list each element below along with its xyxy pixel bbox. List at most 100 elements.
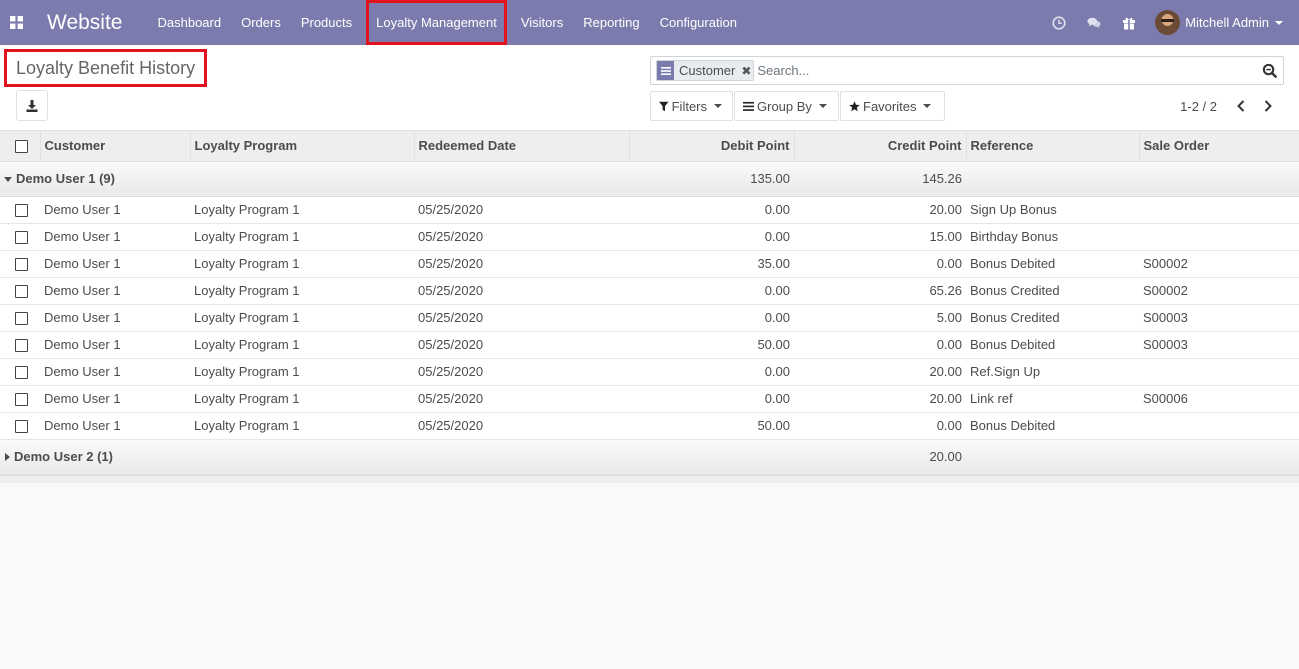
cell-credit-point: 65.26	[794, 277, 966, 305]
row-checkbox[interactable]	[15, 393, 28, 407]
cell-reference: Link ref	[966, 385, 1139, 413]
group-credit-total: 145.26	[794, 161, 966, 197]
cell-sale-order: S00006	[1139, 385, 1299, 413]
column-header-credit-point[interactable]: Credit Point	[794, 131, 967, 162]
cell-credit-point: 0.00	[794, 412, 966, 440]
apps-menu-icon[interactable]	[0, 0, 32, 45]
column-header-customer[interactable]: Customer	[40, 131, 191, 162]
cell-sale-order: S00002	[1139, 250, 1299, 278]
facet-remove-icon[interactable]: ✖	[739, 61, 753, 80]
cell-reference: Bonus Debited	[966, 331, 1139, 359]
cell-loyalty-program: Loyalty Program 1	[190, 385, 414, 413]
messaging-chat-icon[interactable]	[1076, 0, 1111, 45]
cell-debit-point: 0.00	[629, 385, 794, 413]
select-all-cell	[0, 131, 41, 162]
cell-sale-order: S00003	[1139, 331, 1299, 359]
table-row[interactable]: Demo User 1 Loyalty Program 1 05/25/2020 0.…	[0, 277, 1299, 305]
column-header-loyalty-program[interactable]: Loyalty Program	[190, 131, 415, 162]
pager-value[interactable]: 1-2 / 2	[1180, 99, 1217, 114]
group-by-dropdown[interactable]: Group By	[734, 91, 839, 121]
gift-icon[interactable]	[1111, 0, 1146, 45]
chevron-down-icon	[818, 104, 827, 108]
row-checkbox[interactable]	[15, 258, 28, 272]
favorites-label: Favorites	[863, 98, 917, 114]
cell-sale-order	[1139, 358, 1299, 386]
table-row[interactable]: Demo User 1 Loyalty Program 1 05/25/2020 50…	[0, 412, 1299, 440]
search-icon[interactable]	[1255, 57, 1283, 84]
row-select-cell	[0, 412, 40, 440]
cell-redeemed-date: 05/25/2020	[414, 223, 629, 251]
table-row[interactable]: Demo User 1 Loyalty Program 1 05/25/2020 0.…	[0, 385, 1299, 413]
group-row[interactable]: Demo User 2 (1) 20.00	[0, 439, 1299, 475]
table-row[interactable]: Demo User 1 Loyalty Program 1 05/25/2020 35…	[0, 250, 1299, 278]
search-input[interactable]	[757, 58, 1255, 83]
cell-redeemed-date: 05/25/2020	[414, 277, 629, 305]
cell-redeemed-date: 05/25/2020	[414, 412, 629, 440]
control-panel: Loyalty Benefit History Customer ✖ Filte…	[0, 45, 1299, 131]
row-checkbox[interactable]	[15, 204, 28, 218]
menu-loyalty-management[interactable]: Loyalty Management	[366, 0, 507, 45]
column-header-sale-order[interactable]: Sale Order	[1139, 131, 1299, 162]
cell-loyalty-program: Loyalty Program 1	[190, 358, 414, 386]
cell-credit-point: 20.00	[794, 196, 966, 224]
cell-sale-order: S00003	[1139, 304, 1299, 332]
activity-clock-icon[interactable]	[1041, 0, 1076, 45]
pager-next-button[interactable]	[1257, 95, 1279, 117]
cell-redeemed-date: 05/25/2020	[414, 385, 629, 413]
cell-credit-point: 0.00	[794, 331, 966, 359]
download-button[interactable]	[16, 90, 48, 121]
cell-customer: Demo User 1	[40, 223, 190, 251]
list-view: Customer Loyalty Program Redeemed Date D…	[0, 131, 1299, 483]
cell-redeemed-date: 05/25/2020	[414, 196, 629, 224]
cell-customer: Demo User 1	[40, 331, 190, 359]
column-header-debit-point[interactable]: Debit Point	[629, 131, 795, 162]
cell-loyalty-program: Loyalty Program 1	[190, 304, 414, 332]
cell-credit-point: 15.00	[794, 223, 966, 251]
column-header-reference[interactable]: Reference	[966, 131, 1140, 162]
cell-sale-order	[1139, 196, 1299, 224]
column-header-redeemed-date[interactable]: Redeemed Date	[414, 131, 630, 162]
menu-configuration[interactable]: Configuration	[650, 0, 747, 45]
cell-customer: Demo User 1	[40, 385, 190, 413]
cell-reference: Bonus Debited	[966, 250, 1139, 278]
select-all-checkbox[interactable]	[15, 140, 28, 154]
pager-previous-button[interactable]	[1230, 95, 1252, 117]
filters-label: Filters	[671, 98, 707, 114]
cell-customer: Demo User 1	[40, 277, 190, 305]
caret-right-icon	[5, 453, 10, 462]
cell-credit-point: 20.00	[794, 385, 966, 413]
menu-visitors[interactable]: Visitors	[511, 0, 573, 45]
row-checkbox[interactable]	[15, 420, 28, 434]
table-row[interactable]: Demo User 1 Loyalty Program 1 05/25/2020 0.…	[0, 223, 1299, 251]
cell-reference: Birthday Bonus	[966, 223, 1139, 251]
menu-reporting[interactable]: Reporting	[573, 0, 649, 45]
group-row[interactable]: Demo User 1 (9) 135.00 145.26	[0, 161, 1299, 197]
row-checkbox[interactable]	[15, 339, 28, 353]
table-row[interactable]: Demo User 1 Loyalty Program 1 05/25/2020 0.…	[0, 196, 1299, 224]
app-brand[interactable]: Website	[47, 11, 122, 35]
table-row[interactable]: Demo User 1 Loyalty Program 1 05/25/2020 50…	[0, 331, 1299, 359]
menu-orders[interactable]: Orders	[231, 0, 291, 45]
cell-loyalty-program: Loyalty Program 1	[190, 196, 414, 224]
favorites-dropdown[interactable]: Favorites	[840, 91, 945, 121]
chevron-down-icon	[714, 104, 722, 108]
cell-loyalty-program: Loyalty Program 1	[190, 277, 414, 305]
menu-dashboard[interactable]: Dashboard	[147, 0, 231, 45]
filters-dropdown[interactable]: Filters	[650, 91, 733, 121]
row-checkbox[interactable]	[15, 366, 28, 380]
cell-loyalty-program: Loyalty Program 1	[190, 223, 414, 251]
group-label: Demo User 1 (9)	[16, 171, 115, 186]
table-body: Demo User 1 (9) 135.00 145.26 Demo User 1 Lo…	[0, 161, 1299, 475]
cell-redeemed-date: 05/25/2020	[414, 331, 629, 359]
table-row[interactable]: Demo User 1 Loyalty Program 1 05/25/2020 0.…	[0, 358, 1299, 386]
row-select-cell	[0, 223, 40, 251]
row-checkbox[interactable]	[15, 231, 28, 245]
row-checkbox[interactable]	[15, 312, 28, 326]
cell-redeemed-date: 05/25/2020	[414, 250, 629, 278]
user-menu[interactable]: Mitchell Admin	[1146, 0, 1299, 45]
row-checkbox[interactable]	[15, 285, 28, 299]
table-row[interactable]: Demo User 1 Loyalty Program 1 05/25/2020 0.…	[0, 304, 1299, 332]
group-label: Demo User 2 (1)	[14, 449, 113, 464]
chevron-left-icon	[1237, 100, 1245, 112]
menu-products[interactable]: Products	[291, 0, 362, 45]
